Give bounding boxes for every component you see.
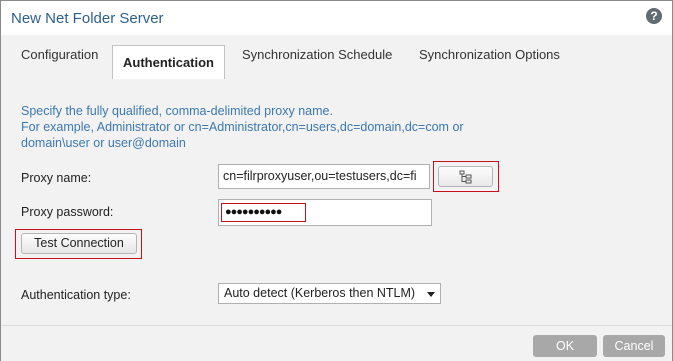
hint-line-1: Specify the fully qualified, comma-delim…: [21, 104, 333, 118]
tree-icon: [459, 170, 472, 184]
tab-configuration[interactable]: Configuration: [21, 47, 98, 62]
proxy-password-label: Proxy password:: [21, 205, 114, 219]
authentication-type-select[interactable]: Auto detect (Kerberos then NTLM): [218, 283, 441, 304]
tab-bar: Configuration Authentication Synchroniza…: [1, 35, 672, 79]
proxy-password-value: ●●●●●●●●●●: [221, 203, 306, 222]
tab-authentication[interactable]: Authentication: [112, 45, 225, 79]
browse-proxy-button[interactable]: [438, 166, 493, 187]
proxy-name-input[interactable]: cn=filrproxyuser,ou=testusers,dc=fi: [218, 164, 430, 189]
ok-button[interactable]: OK: [533, 335, 597, 357]
test-connection-button[interactable]: Test Connection: [21, 233, 137, 254]
tab-synchronization-options[interactable]: Synchronization Options: [419, 47, 560, 62]
hint-line-3: domain\user or user@domain: [21, 136, 186, 150]
help-icon[interactable]: ?: [646, 8, 662, 24]
dialog-titlebar: New Net Folder Server ?: [1, 1, 672, 35]
proxy-name-hint: Specify the fully qualified, comma-delim…: [21, 103, 541, 151]
authentication-type-value: Auto detect (Kerberos then NTLM): [224, 286, 416, 300]
dialog-title: New Net Folder Server: [11, 10, 164, 27]
tab-synchronization-schedule[interactable]: Synchronization Schedule: [242, 47, 392, 62]
proxy-password-input[interactable]: ●●●●●●●●●●: [218, 199, 432, 226]
new-net-folder-server-dialog: New Net Folder Server ? Configuration Au…: [0, 0, 673, 361]
dialog-footer: OK Cancel: [1, 325, 672, 361]
chevron-down-icon: [427, 292, 435, 297]
cancel-button[interactable]: Cancel: [603, 335, 665, 357]
authentication-type-label: Authentication type:: [21, 288, 131, 302]
hint-line-2: For example, Administrator or cn=Adminis…: [21, 120, 464, 134]
proxy-name-label: Proxy name:: [21, 171, 92, 185]
